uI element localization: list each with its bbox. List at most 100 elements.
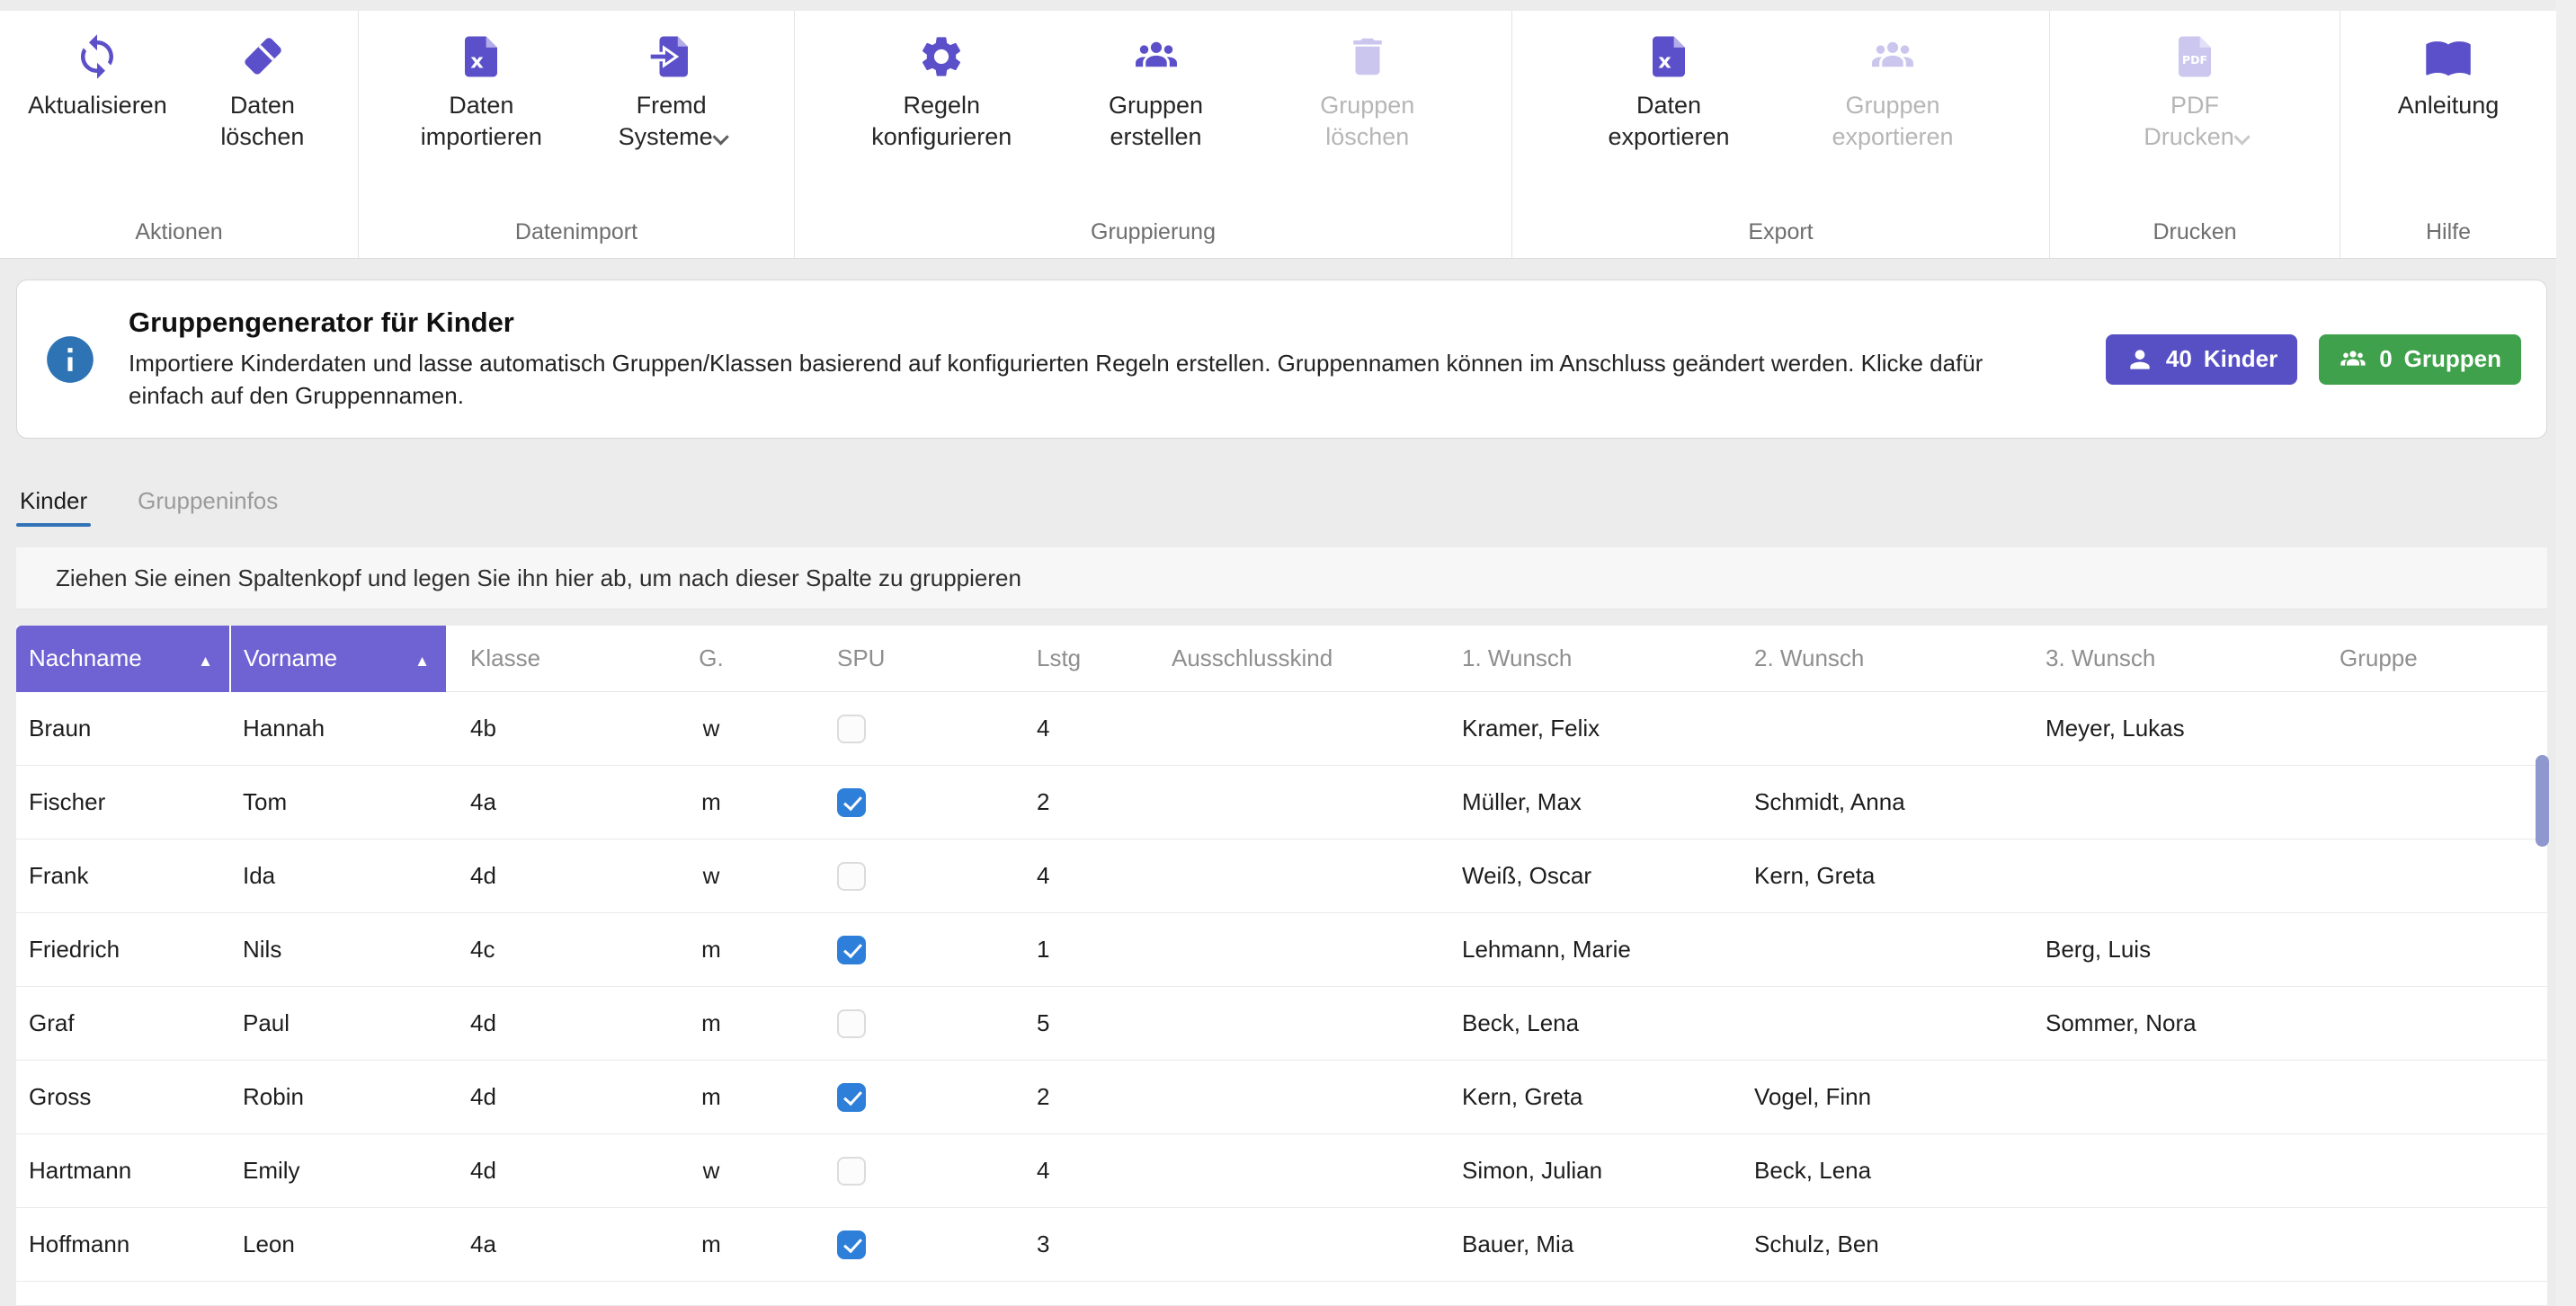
banner-description: Importiere Kinderdaten und lasse automat… [129,348,2052,411]
cell-ausschlusskind [1147,912,1438,986]
window-scrollbar-track[interactable] [2556,0,2576,1306]
aktualisieren-button[interactable]: Aktualisieren [28,32,167,121]
anleitung-button[interactable]: Anleitung [2381,32,2516,121]
cell-ausschlusskind [1147,839,1438,912]
import-arrow-icon [647,32,696,81]
column-header-wunsch-3[interactable]: 3. Wunsch [2021,626,2315,691]
gruppen-loeschen-button[interactable]: Gruppen löschen [1300,32,1435,153]
pdf-drucken-button[interactable]: PDF PDF Drucken [2127,32,2262,153]
cell-lstg: 1 [1012,912,1147,986]
cell-geschlecht: w [653,691,770,765]
table-row[interactable]: Hoffmann Leon 4a m 3 Bauer, Mia Schulz, … [16,1207,2547,1281]
svg-text:x: x [1658,49,1671,73]
cell-nachname: Braun [16,691,230,765]
cell-lstg: 4 [1012,839,1147,912]
column-header-lstg[interactable]: Lstg [1012,626,1147,691]
daten-loeschen-button[interactable]: Daten löschen [195,32,330,153]
table-row[interactable]: Friedrich Nils 4c m 1 Lehmann, Marie Ber… [16,912,2547,986]
spu-checkbox[interactable] [837,936,866,964]
gruppen-exportieren-button[interactable]: Gruppen exportieren [1825,32,1960,153]
spu-checkbox[interactable] [837,715,866,743]
spu-checkbox[interactable] [837,1083,866,1112]
cell-wunsch-1: Beck, Lena [1438,986,1730,1060]
column-header-vorname[interactable]: Vorname [230,626,446,691]
ribbon-button-label: Regeln konfigurieren [871,90,1012,153]
cell-wunsch-2: Beck, Lena [1730,1133,2021,1207]
cell-wunsch-2: Schulz, Ben [1730,1207,2021,1281]
tab-gruppeninfos[interactable]: Gruppeninfos [134,475,281,527]
cell-wunsch-2 [1730,986,2021,1060]
column-header-klasse[interactable]: Klasse [446,626,653,691]
cell-gruppe [2315,986,2547,1060]
ribbon-group-caption: Datenimport [359,212,794,258]
gruppen-erstellen-button[interactable]: Gruppen erstellen [1089,32,1224,153]
cell-wunsch-3: Berg, Luis [2021,912,2315,986]
ribbon-group-gruppierung: Regeln konfigurieren Gruppen erstellen [794,11,1511,258]
column-header-ausschlusskind[interactable]: Ausschlusskind [1147,626,1438,691]
book-icon [2424,32,2473,81]
cell-klasse: 4b [446,691,653,765]
table-row[interactable]: Hartmann Emily 4d w 4 Simon, Julian Beck… [16,1133,2547,1207]
cell-vorname: Tom [230,765,446,839]
column-header-wunsch-2[interactable]: 2. Wunsch [1730,626,2021,691]
cell-wunsch-1: Bauer, Mia [1438,1207,1730,1281]
spu-checkbox[interactable] [837,788,866,817]
cell-ausschlusskind [1147,1133,1438,1207]
ribbon-toolbar: Aktualisieren Daten löschen Aktionen [0,11,2556,259]
ribbon-button-label: Daten exportieren [1608,90,1729,153]
cell-gruppe [2315,765,2547,839]
ribbon-group-caption: Export [1512,212,2049,258]
cell-lstg: 4 [1012,691,1147,765]
column-header-nachname[interactable]: Nachname [16,626,230,691]
cell-ausschlusskind [1147,691,1438,765]
cell-geschlecht: m [653,1207,770,1281]
person-icon [2126,345,2154,374]
cell-wunsch-1: Lehmann, Marie [1438,912,1730,986]
table-row[interactable]: Fischer Tom 4a m 2 Müller, Max Schmidt, … [16,765,2547,839]
column-header-geschlecht[interactable]: G. [653,626,770,691]
cell-vorname: Nils [230,912,446,986]
group-by-drop-zone[interactable]: Ziehen Sie einen Spaltenkopf und legen S… [16,546,2547,609]
cell-wunsch-2 [1730,912,2021,986]
info-icon [42,332,98,387]
partially-visible-row [16,1281,2547,1305]
column-header-spu[interactable]: SPU [770,626,1012,691]
daten-exportieren-button[interactable]: x Daten exportieren [1601,32,1736,153]
cell-klasse: 4c [446,912,653,986]
daten-importieren-button[interactable]: x Daten importieren [414,32,548,153]
ribbon-button-label: Gruppen erstellen [1109,90,1203,153]
cell-lstg: 4 [1012,1133,1147,1207]
column-header-wunsch-1[interactable]: 1. Wunsch [1438,626,1730,691]
spu-checkbox[interactable] [837,1009,866,1038]
grid-scrollbar-thumb[interactable] [2536,755,2549,847]
spu-checkbox[interactable] [837,1230,866,1259]
fremd-systeme-button[interactable]: Fremd Systeme [604,32,739,153]
excel-file-icon: x [457,32,505,81]
table-row[interactable]: Graf Paul 4d m 5 Beck, Lena Sommer, Nora [16,986,2547,1060]
tab-kinder[interactable]: Kinder [16,475,91,527]
ribbon-group-hilfe: Anleitung Hilfe [2340,11,2556,258]
ribbon-button-label: Gruppen exportieren [1832,90,1953,153]
table-row[interactable]: Braun Hannah 4b w 4 Kramer, Felix Meyer,… [16,691,2547,765]
spu-checkbox[interactable] [837,862,866,891]
ribbon-button-label: Daten importieren [421,90,542,153]
cell-nachname: Gross [16,1060,230,1133]
cell-geschlecht: m [653,1060,770,1133]
regeln-konfigurieren-button[interactable]: Regeln konfigurieren [871,32,1012,153]
ribbon-button-label: Daten löschen [220,90,304,153]
cell-lstg: 5 [1012,986,1147,1060]
kinder-data-grid: Nachname Vorname Klasse G. SPU Lstg Auss… [16,626,2547,1305]
cell-gruppe [2315,1207,2547,1281]
table-row[interactable]: Frank Ida 4d w 4 Weiß, Oscar Kern, Greta [16,839,2547,912]
table-row[interactable]: Gross Robin 4d m 2 Kern, Greta Vogel, Fi… [16,1060,2547,1133]
ribbon-group-caption: Drucken [2050,212,2340,258]
cell-vorname: Leon [230,1207,446,1281]
cell-lstg: 2 [1012,765,1147,839]
column-header-gruppe[interactable]: Gruppe [2315,626,2547,691]
cell-spu [770,1133,1012,1207]
spu-checkbox[interactable] [837,1157,866,1186]
cell-klasse: 4d [446,986,653,1060]
cell-wunsch-3: Sommer, Nora [2021,986,2315,1060]
cell-spu [770,1207,1012,1281]
cell-vorname: Ida [230,839,446,912]
